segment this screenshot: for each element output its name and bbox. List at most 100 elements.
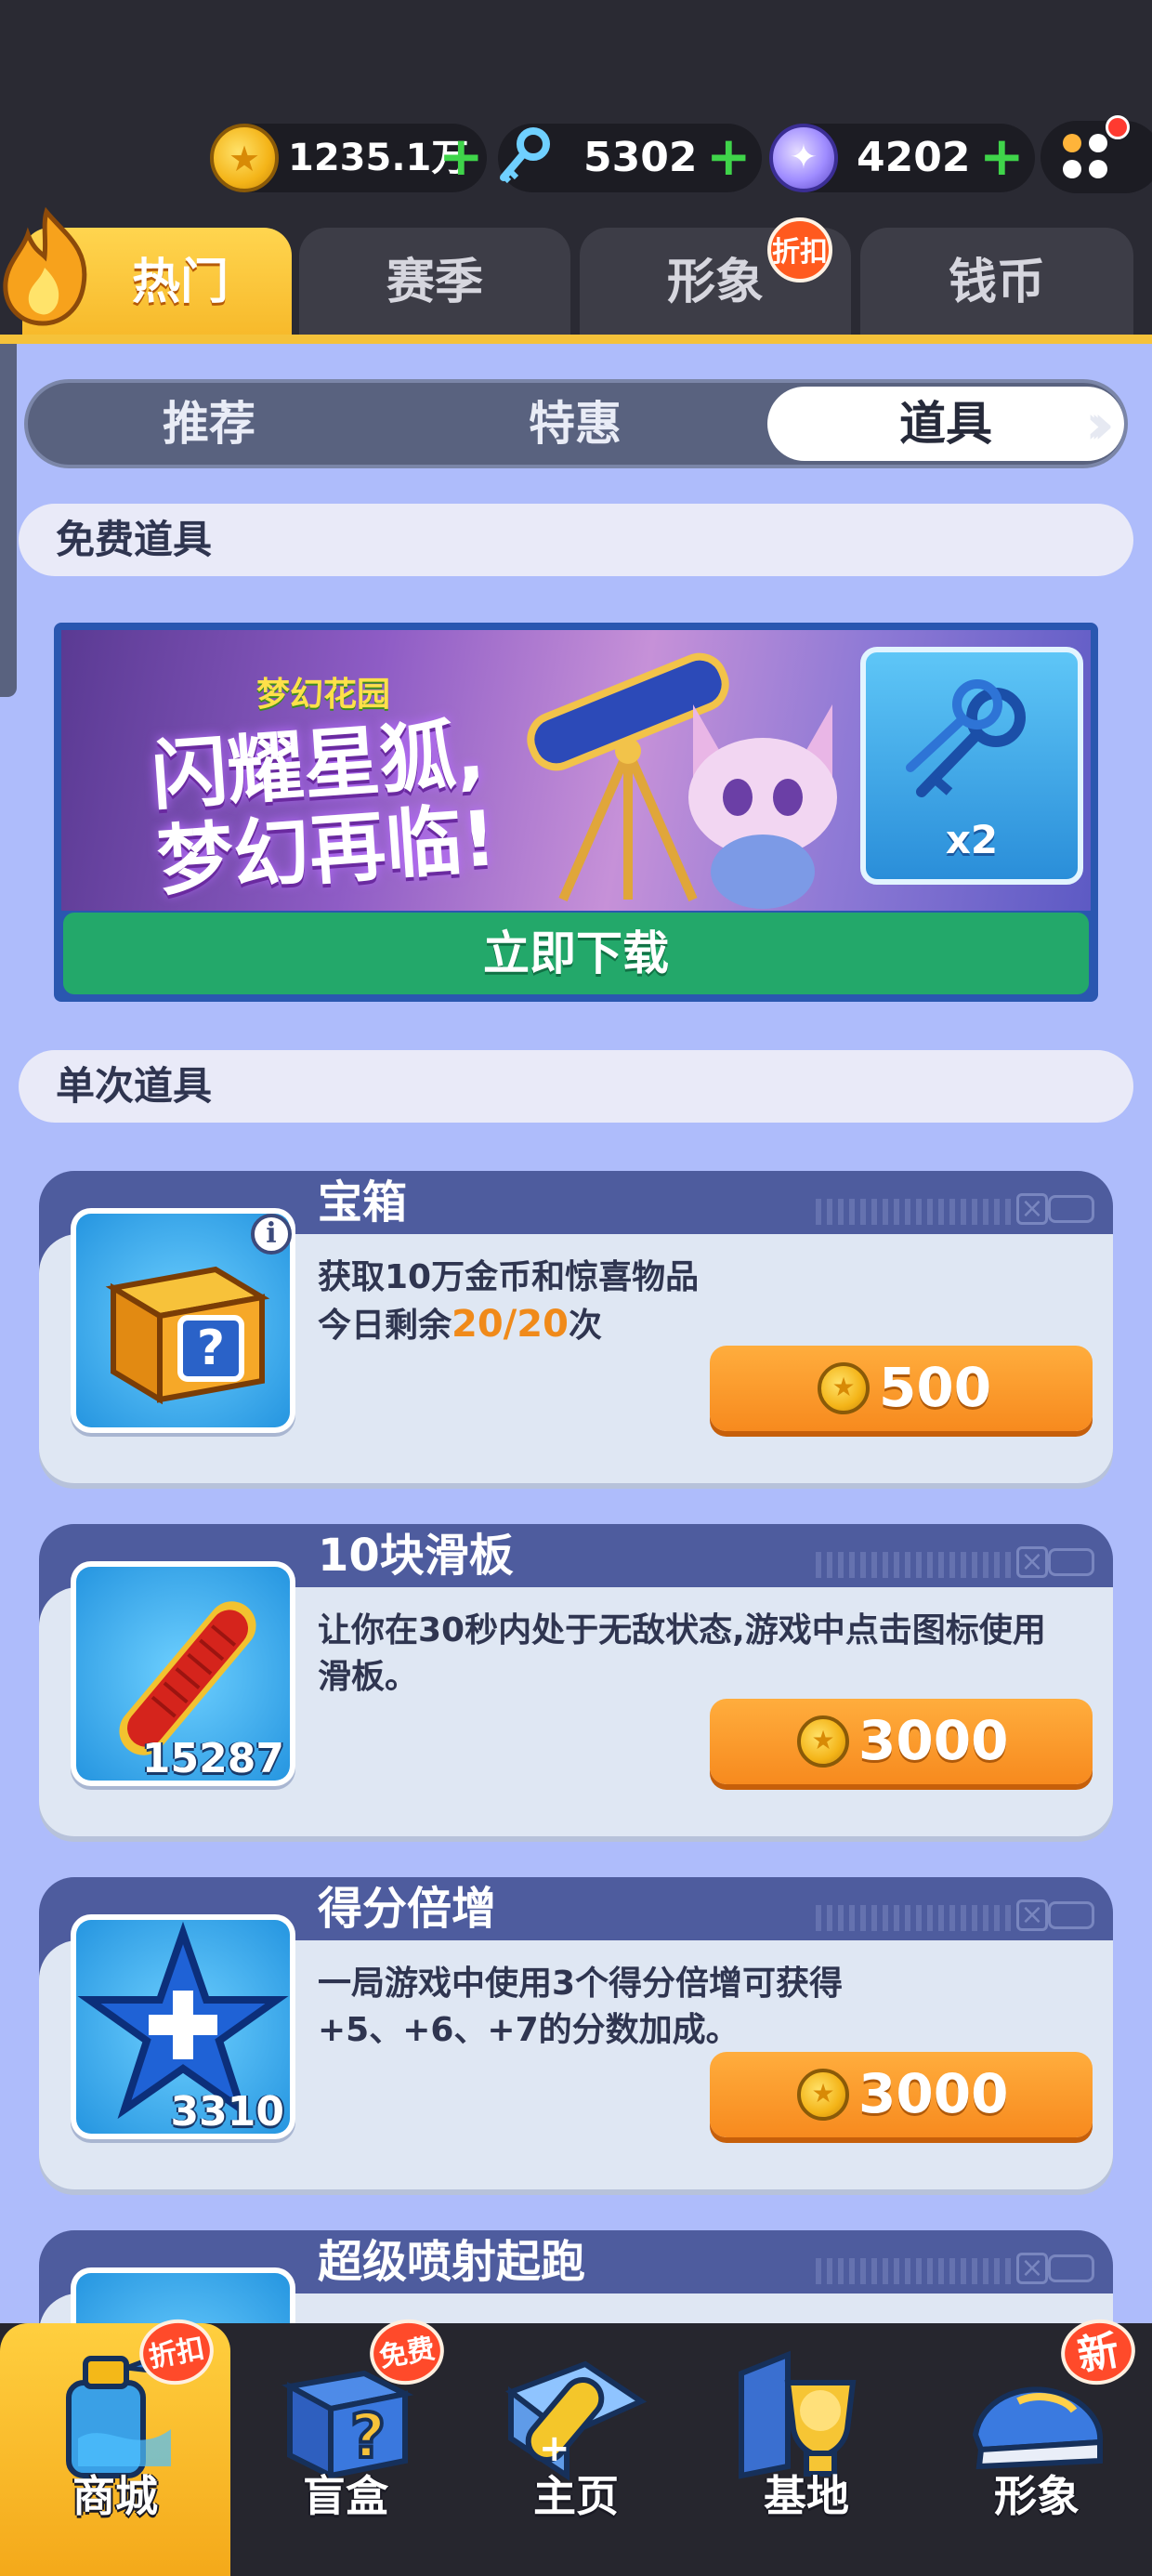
- decor-x-icon: ×: [1016, 2253, 1048, 2284]
- item-title: 10块滑板: [318, 1530, 514, 1582]
- nav-appearance-label: 形象: [994, 2471, 1080, 2521]
- item-price: 3000: [858, 1709, 1009, 1772]
- key-counter[interactable]: 5302 +: [498, 124, 762, 192]
- notification-dot: [1106, 115, 1130, 139]
- menu-button[interactable]: [1041, 115, 1152, 193]
- main-tabs: 热门 赛季 形象 钱币: [0, 228, 1152, 339]
- single-items-header: 单次道具: [19, 1050, 1133, 1123]
- item-title: 超级喷射起跑: [318, 2236, 586, 2288]
- nav-base-label: 基地: [764, 2471, 849, 2521]
- shop-item-multiplier: × 得分倍增 一局游戏中使用3个得分倍增可获得+5、+6、+7的分数加成。 33…: [39, 1877, 1113, 2189]
- remaining-prefix: 今日剩余: [318, 1307, 452, 1345]
- item-title: 得分倍增: [318, 1883, 497, 1935]
- subtab-special[interactable]: 特惠: [394, 383, 756, 465]
- tab-underline: [0, 335, 1152, 344]
- banner-title: 闪耀星狐, 梦幻再临!: [148, 709, 500, 907]
- gem-icon: [769, 124, 838, 192]
- header-decoration: [816, 1552, 1011, 1578]
- jetpack-icon: [76, 2273, 290, 2323]
- reward-card: x2: [860, 647, 1083, 885]
- item-remaining: 今日剩余20/20次: [318, 1301, 1061, 1349]
- item-desc-line: 获取10万金币和惊喜物品: [318, 1258, 700, 1296]
- item-description: 让你在30秒内处于无敌状态,游戏中点击图标使用滑板。: [318, 1611, 1046, 1696]
- shop-item-chest: × 宝箱 获取10万金币和惊喜物品 今日剩余20/20次 ? i 500: [39, 1171, 1113, 1483]
- info-icon[interactable]: i: [251, 1214, 292, 1255]
- tab-hot-label: 热门: [131, 255, 229, 310]
- header-decoration: [816, 1199, 1011, 1225]
- banner-art: 梦幻花园 闪耀星狐, 梦幻再临! x2: [61, 630, 1091, 911]
- nav-base[interactable]: 基地: [691, 2323, 922, 2576]
- coin-icon: [818, 1362, 870, 1414]
- item-price: 3000: [858, 2062, 1009, 2125]
- item-description: 获取10万金币和惊喜物品 今日剩余20/20次: [318, 1255, 1061, 1349]
- decor-x-icon: ×: [1016, 1193, 1048, 1225]
- svg-text:?: ?: [350, 2400, 386, 2472]
- coin-icon: [797, 2069, 849, 2121]
- decor-x-icon: ×: [1016, 1546, 1048, 1578]
- nav-shop[interactable]: 商城 折扣: [0, 2313, 230, 2576]
- add-coins-button[interactable]: +: [439, 129, 484, 183]
- header-decoration: [816, 2258, 1011, 2284]
- owned-count: 3310: [170, 2088, 284, 2136]
- decor-x-icon: ×: [1016, 1899, 1048, 1931]
- tab-appearance-label: 形象: [666, 255, 764, 310]
- item-thumbnail[interactable]: ? i: [71, 1208, 295, 1433]
- decor-pill: [1048, 1548, 1094, 1576]
- tab-discount-badge: 折扣: [767, 217, 832, 283]
- item-thumbnail[interactable]: 3310: [71, 1914, 295, 2139]
- nav-blindbox[interactable]: ? 盲盒 免费: [230, 2313, 461, 2576]
- owned-count: 15287: [141, 1735, 284, 1782]
- tab-currency-label: 钱币: [948, 255, 1045, 310]
- subtab-recommend[interactable]: 推荐: [28, 383, 390, 465]
- tab-season[interactable]: 赛季: [299, 228, 570, 337]
- tab-season-label: 赛季: [386, 255, 483, 310]
- sub-tabs: 推荐 特惠 道具 ›››: [24, 379, 1128, 468]
- item-thumbnail[interactable]: 15287: [71, 1561, 295, 1786]
- shop-content[interactable]: 推荐 特惠 道具 ››› 免费道具 梦幻花园 闪耀星狐, 梦幻再临! x2 立即…: [0, 344, 1152, 2323]
- item-title: 宝箱: [318, 1176, 408, 1229]
- key-amount: 5302: [583, 134, 698, 181]
- coin-icon: [210, 124, 279, 192]
- free-items-header: 免费道具: [19, 504, 1133, 576]
- nav-blindbox-label: 盲盒: [303, 2471, 388, 2521]
- item-price: 500: [879, 1356, 992, 1419]
- star-fox-icon: [688, 704, 837, 909]
- item-description: 一局游戏中使用3个得分倍增可获得+5、+6、+7的分数加成。: [318, 1965, 844, 2049]
- banner-logo: 梦幻花园: [256, 676, 391, 714]
- gem-counter[interactable]: 4202 +: [769, 124, 1035, 192]
- reward-quantity: x2: [945, 817, 999, 862]
- download-now-button[interactable]: 立即下载: [63, 913, 1089, 994]
- add-keys-button[interactable]: +: [706, 129, 752, 183]
- shop-item-hoverboard: × 10块滑板 让你在30秒内处于无敌状态,游戏中点击图标使用滑板。 15287: [39, 1524, 1113, 1836]
- nav-home[interactable]: + 主页: [461, 2323, 691, 2576]
- nav-appearance[interactable]: 形象 新: [922, 2313, 1152, 2576]
- keys-reward-icon: [906, 679, 1026, 797]
- shop-item-jetpack: × 超级喷射起跑: [39, 2230, 1113, 2323]
- remaining-suffix: 次: [568, 1307, 602, 1345]
- nav-shop-label: 商城: [72, 2471, 158, 2521]
- svg-text:?: ?: [197, 1321, 225, 1376]
- key-icon: [492, 124, 561, 192]
- buy-button[interactable]: 3000: [710, 1699, 1093, 1784]
- left-edge-decoration: [0, 344, 17, 697]
- bottom-nav: 商城 折扣 ? 盲盒 免费 + 主页 基地 形象 新: [0, 2313, 1152, 2576]
- decor-pill: [1048, 1195, 1094, 1223]
- buy-button[interactable]: 3000: [710, 2052, 1093, 2137]
- decor-pill: [1048, 1901, 1094, 1929]
- chevron-right-icon: ›››: [1085, 392, 1115, 457]
- tab-currency[interactable]: 钱币: [860, 228, 1133, 337]
- item-thumbnail[interactable]: [71, 2267, 295, 2323]
- subtab-items[interactable]: 道具: [767, 387, 1124, 461]
- header-decoration: [816, 1905, 1011, 1931]
- nav-home-label: 主页: [533, 2471, 619, 2521]
- add-gems-button[interactable]: +: [979, 129, 1025, 183]
- coin-counter[interactable]: 1235.1万 +: [210, 124, 487, 192]
- gem-amount: 4202: [857, 134, 971, 181]
- coin-icon: [797, 1715, 849, 1768]
- top-bar: 1235.1万 + 5302 + 4202 +: [0, 0, 1152, 223]
- flame-icon: [3, 206, 87, 326]
- ad-banner[interactable]: 梦幻花园 闪耀星狐, 梦幻再临! x2 立即下载: [54, 623, 1098, 1002]
- decor-pill: [1048, 2254, 1094, 2282]
- remaining-count: 20/20: [452, 1303, 569, 1346]
- buy-button[interactable]: 500: [710, 1346, 1093, 1431]
